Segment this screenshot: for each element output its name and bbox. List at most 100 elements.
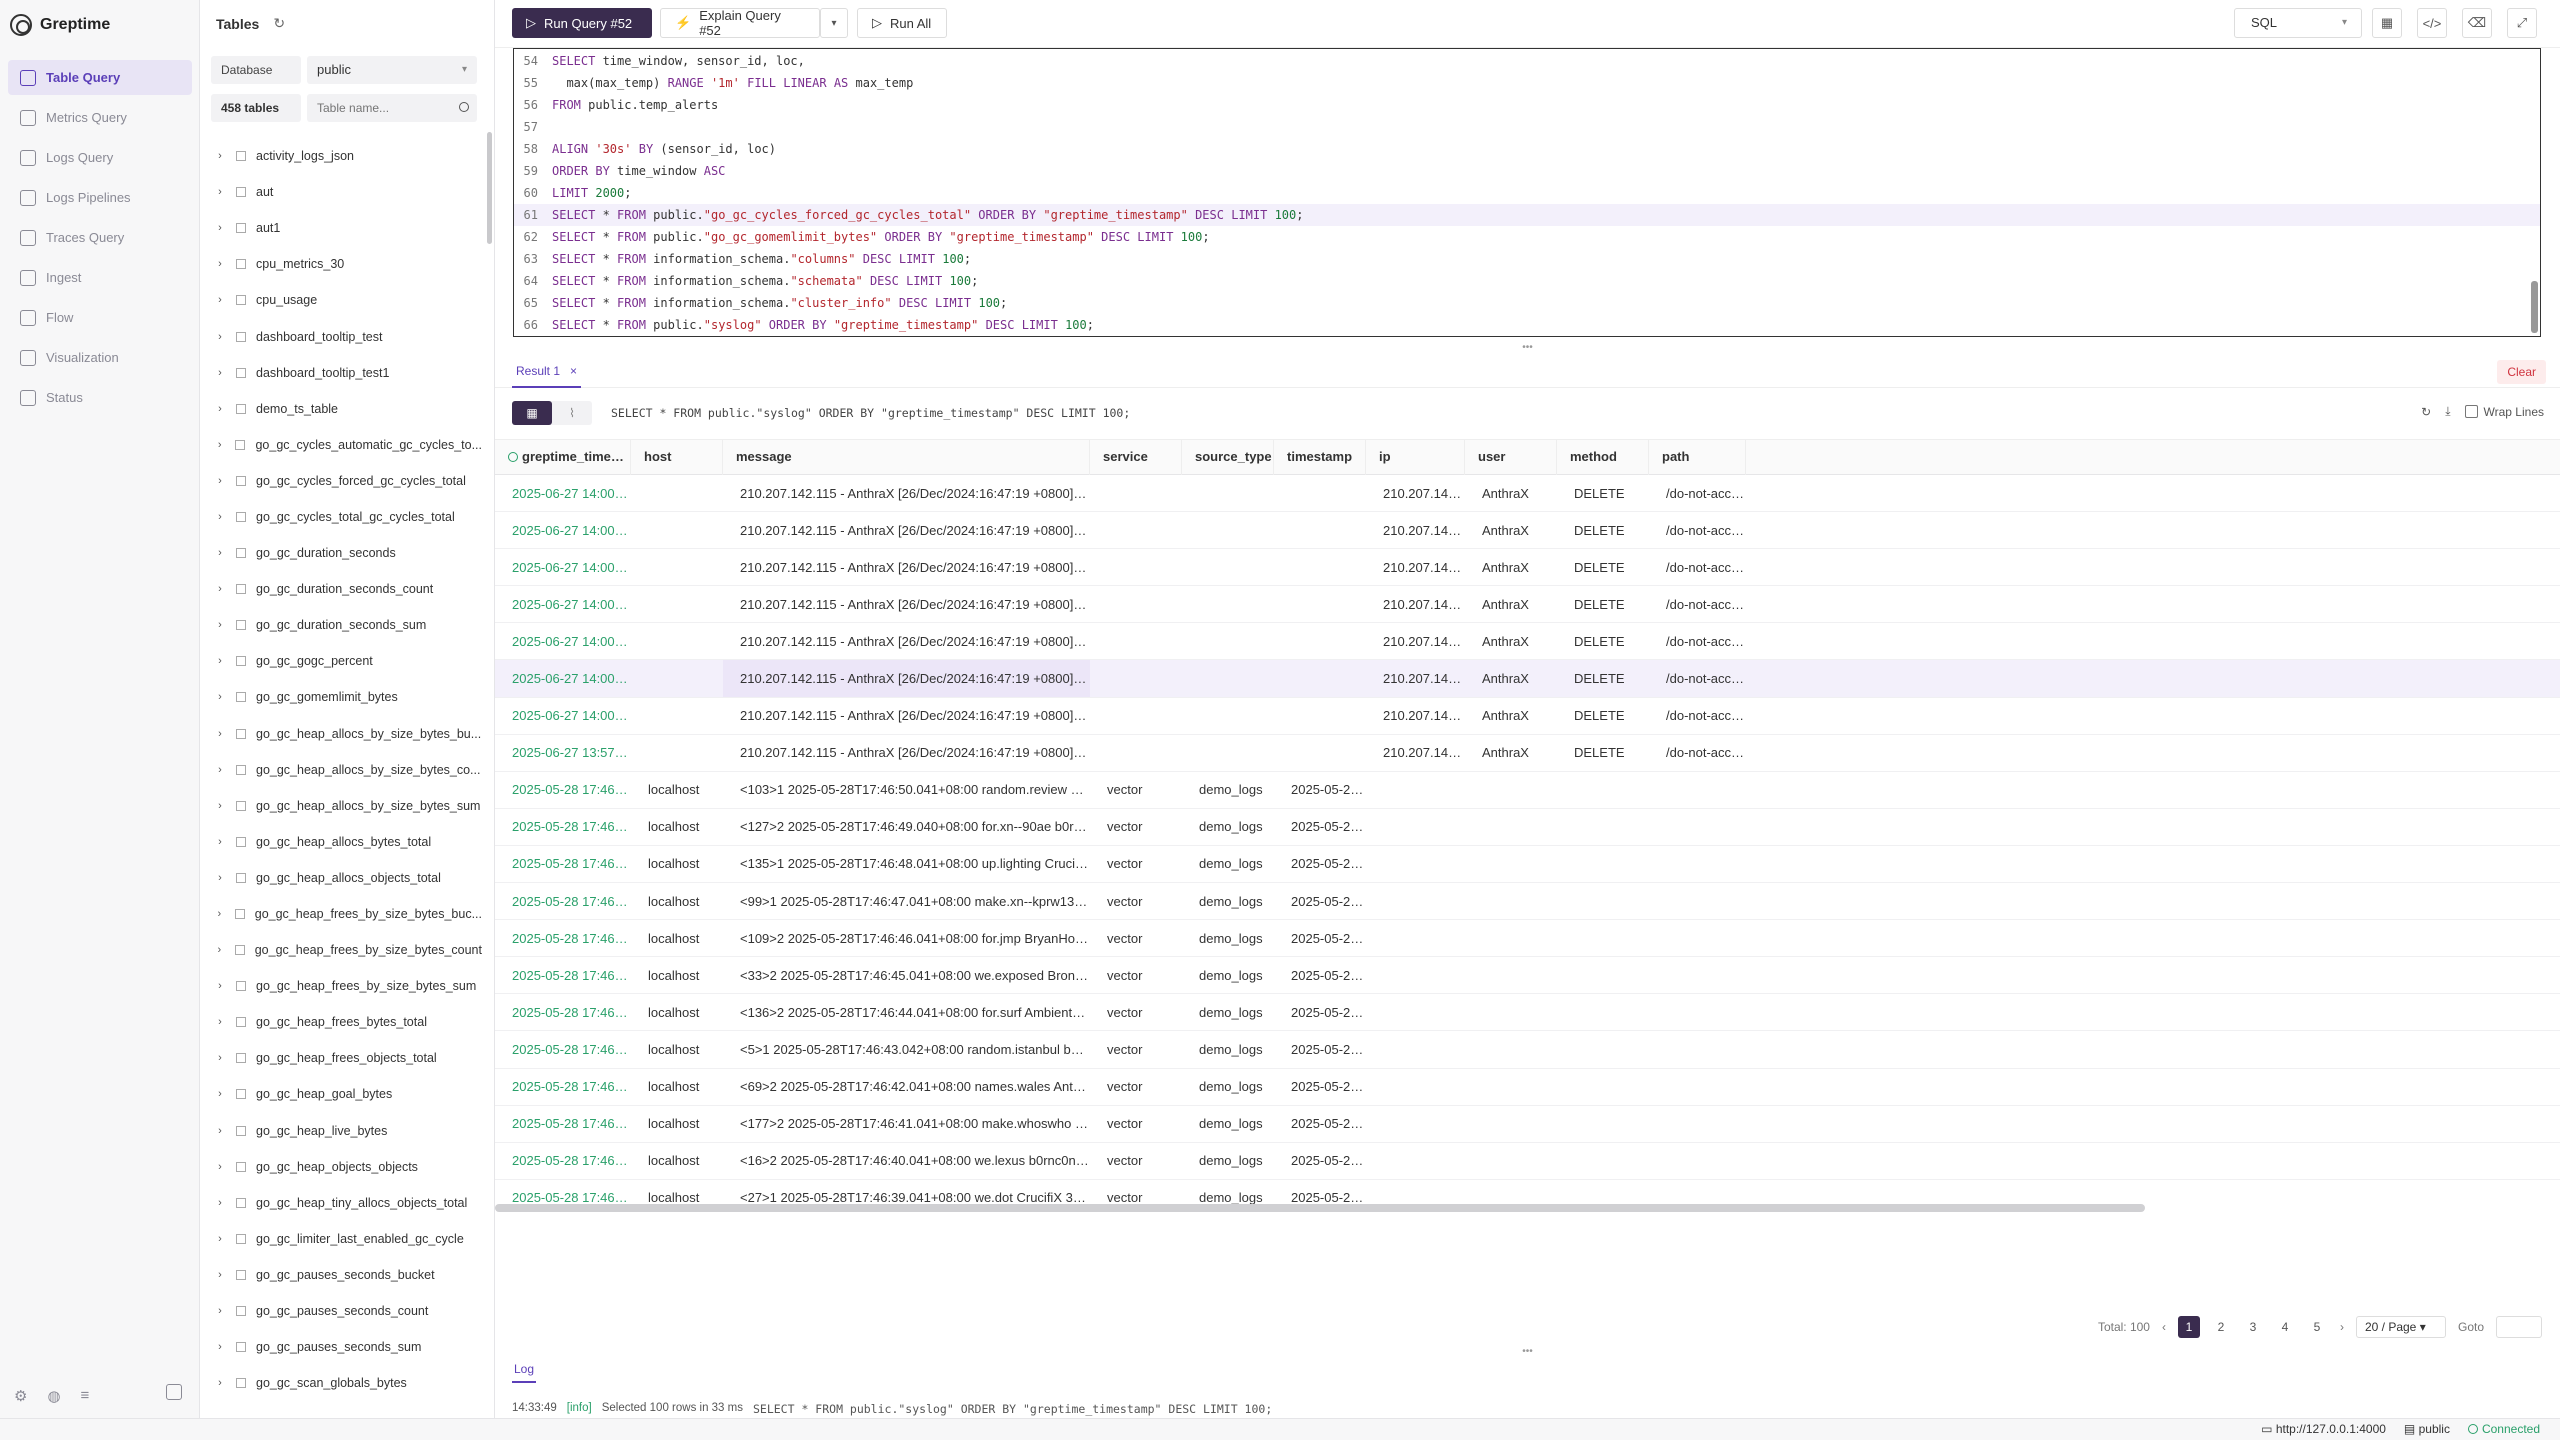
database-status[interactable]: ▤ public [2404,1422,2450,1436]
run-query-button[interactable]: ▷ Run Query #52 [512,8,652,38]
next-page-icon[interactable]: › [2340,1320,2344,1334]
chevron-right-icon[interactable]: › [214,1377,226,1389]
table-list-item[interactable]: › aut [214,174,482,210]
database-select[interactable]: public ▾ [307,56,477,84]
chevron-right-icon[interactable]: › [214,367,226,379]
table-list-item[interactable]: › demo_ts_table [214,391,482,427]
chevron-right-icon[interactable]: › [214,1161,226,1173]
chevron-right-icon[interactable]: › [214,619,226,631]
page-4-button[interactable]: 4 [2274,1316,2296,1338]
explain-query-button[interactable]: ⚡ Explain Query #52 [660,8,820,38]
chevron-right-icon[interactable]: › [214,583,226,595]
table-list-item[interactable]: › go_gc_pauses_seconds_sum [214,1329,482,1365]
table-list-item[interactable]: › go_gc_heap_frees_objects_total [214,1040,482,1076]
chevron-right-icon[interactable]: › [214,511,226,523]
column-header-service[interactable]: service [1090,439,1182,475]
chevron-right-icon[interactable]: › [214,980,226,992]
column-header-message[interactable]: message [723,439,1090,475]
chevron-right-icon[interactable]: › [214,1233,226,1245]
table-list-item[interactable]: › go_gc_scan_globals_bytes [214,1365,482,1401]
table-row[interactable]: 2025-05-28 17:46:46.044 localhost <109>2 2… [495,920,2560,958]
table-list-item[interactable]: › go_gc_gogc_percent [214,643,482,679]
chevron-right-icon[interactable]: › [214,836,226,848]
code-line[interactable]: 56 FROM public.temp_alerts [514,94,2540,116]
table-list-item[interactable]: › go_gc_heap_allocs_bytes_total [214,824,482,860]
table-list-item[interactable]: › go_gc_gomemlimit_bytes [214,679,482,715]
table-list-item[interactable]: › go_gc_heap_goal_bytes [214,1076,482,1112]
chevron-right-icon[interactable]: › [214,1269,226,1281]
column-header-method[interactable]: method [1557,439,1649,475]
page-1-button[interactable]: 1 [2177,1316,2200,1338]
table-list-item[interactable]: › go_gc_duration_seconds [214,535,482,571]
collapse-sidebar-icon[interactable] [166,1384,182,1400]
table-list-item[interactable]: › go_gc_heap_frees_by_size_bytes_buc... [214,896,482,932]
nav-item-traces-query[interactable]: Traces Query [8,220,192,255]
chevron-right-icon[interactable]: › [214,439,225,451]
code-line[interactable]: 61 SELECT * FROM public."go_gc_cycles_for… [514,204,2540,226]
code-line[interactable]: 60 LIMIT 2000; [514,182,2540,204]
table-row[interactable]: 2025-06-27 14:00:22.468 210.207.142.115 -… [495,623,2560,661]
results-horizontal-scrollbar[interactable] [495,1204,2145,1212]
menu-icon[interactable]: ≡ [81,1387,90,1405]
chevron-right-icon[interactable]: › [214,331,226,343]
table-list-item[interactable]: › go_gc_heap_frees_by_size_bytes_sum [214,968,482,1004]
chevron-right-icon[interactable]: › [214,1341,226,1353]
table-list-item[interactable]: › go_gc_duration_seconds_count [214,571,482,607]
table-view-icon[interactable]: ▦ [512,401,552,425]
table-list-item[interactable]: › go_gc_heap_live_bytes [214,1113,482,1149]
download-icon[interactable]: ⤓ [2445,404,2450,419]
refresh-icon[interactable]: ↻ [2421,405,2431,419]
chevron-right-icon[interactable]: › [214,908,225,920]
clear-button[interactable]: Clear [2497,360,2546,384]
language-select[interactable]: SQL ▾ [2234,8,2362,38]
chevron-right-icon[interactable]: › [214,1125,226,1137]
resize-handle-log[interactable]: ••• [495,1347,2560,1357]
table-list-item[interactable]: › go_gc_cycles_total_gc_cycles_total [214,499,482,535]
chevron-right-icon[interactable]: › [214,475,226,487]
chevron-right-icon[interactable]: › [214,944,225,956]
code-line[interactable]: 57 [514,116,2540,138]
table-list-item[interactable]: › go_gc_heap_frees_bytes_total [214,1004,482,1040]
table-row[interactable]: 2025-06-27 13:57:07.309 210.207.142.115 -… [495,735,2560,772]
chevron-right-icon[interactable]: › [214,691,226,703]
chevron-right-icon[interactable]: › [214,547,226,559]
column-header-greptime-timestamp[interactable]: greptime_timestamp [495,439,631,475]
code-line[interactable]: 55 max(max_temp) RANGE '1m' FILL LINEAR … [514,72,2540,94]
explain-dropdown-button[interactable]: ▾ [820,8,848,38]
tab-result-1[interactable]: Result 1 × [512,356,582,388]
chevron-right-icon[interactable]: › [214,1197,226,1209]
table-list-item[interactable]: › go_gc_heap_frees_by_size_bytes_count [214,932,482,968]
code-line[interactable]: 59 ORDER BY time_window ASC [514,160,2540,182]
close-icon[interactable]: × [570,356,577,386]
table-list-item[interactable]: › go_gc_cycles_forced_gc_cycles_total [214,463,482,499]
page-5-button[interactable]: 5 [2306,1316,2328,1338]
table-list-item[interactable]: › go_gc_heap_allocs_objects_total [214,860,482,896]
chevron-right-icon[interactable]: › [214,403,226,415]
refresh-icon[interactable]: ↻ [273,15,285,32]
code-icon[interactable]: </> [2417,8,2447,38]
cell-message[interactable]: 210.207.142.115 - AnthraX [26/Dec/2024:1… [723,660,1090,698]
page-2-button[interactable]: 2 [2210,1316,2232,1338]
nav-item-logs-pipelines[interactable]: Logs Pipelines [8,180,192,215]
settings-icon[interactable]: ⚙ [14,1387,27,1405]
code-line[interactable]: 65 SELECT * FROM information_schema."clus… [514,292,2540,314]
table-row[interactable]: 2025-06-27 14:00:22.651 210.207.142.115 -… [495,586,2560,624]
code-line[interactable]: 54 SELECT time_window, sensor_id, loc, [514,50,2540,72]
page-size-select[interactable]: 20 / Page ▾ [2355,1316,2446,1338]
goto-input[interactable] [2496,1316,2542,1338]
table-list-item[interactable]: › go_gc_heap_allocs_by_size_bytes_bu... [214,716,482,752]
table-row[interactable]: 2025-06-27 14:00:22.273 210.207.142.115 -… [495,660,2560,698]
chevron-right-icon[interactable]: › [214,728,226,740]
nav-item-ingest[interactable]: Ingest [8,260,192,295]
code-line[interactable]: 62 SELECT * FROM public."go_gc_gomemlimit… [514,226,2540,248]
table-list-item[interactable]: › go_gc_limiter_last_enabled_gc_cycle [214,1221,482,1257]
fullscreen-icon[interactable]: ⤢ [2507,8,2537,38]
chevron-right-icon[interactable]: › [214,186,226,198]
page-3-button[interactable]: 3 [2242,1316,2264,1338]
resize-handle[interactable]: ••• [495,343,2560,353]
column-header-ip[interactable]: ip [1366,439,1465,475]
nav-item-status[interactable]: Status [8,380,192,415]
table-list-item[interactable]: › dashboard_tooltip_test [214,318,482,354]
chevron-right-icon[interactable]: › [214,1016,226,1028]
table-row[interactable]: 2025-05-28 17:46:44.045 localhost <136>2 2… [495,994,2560,1032]
